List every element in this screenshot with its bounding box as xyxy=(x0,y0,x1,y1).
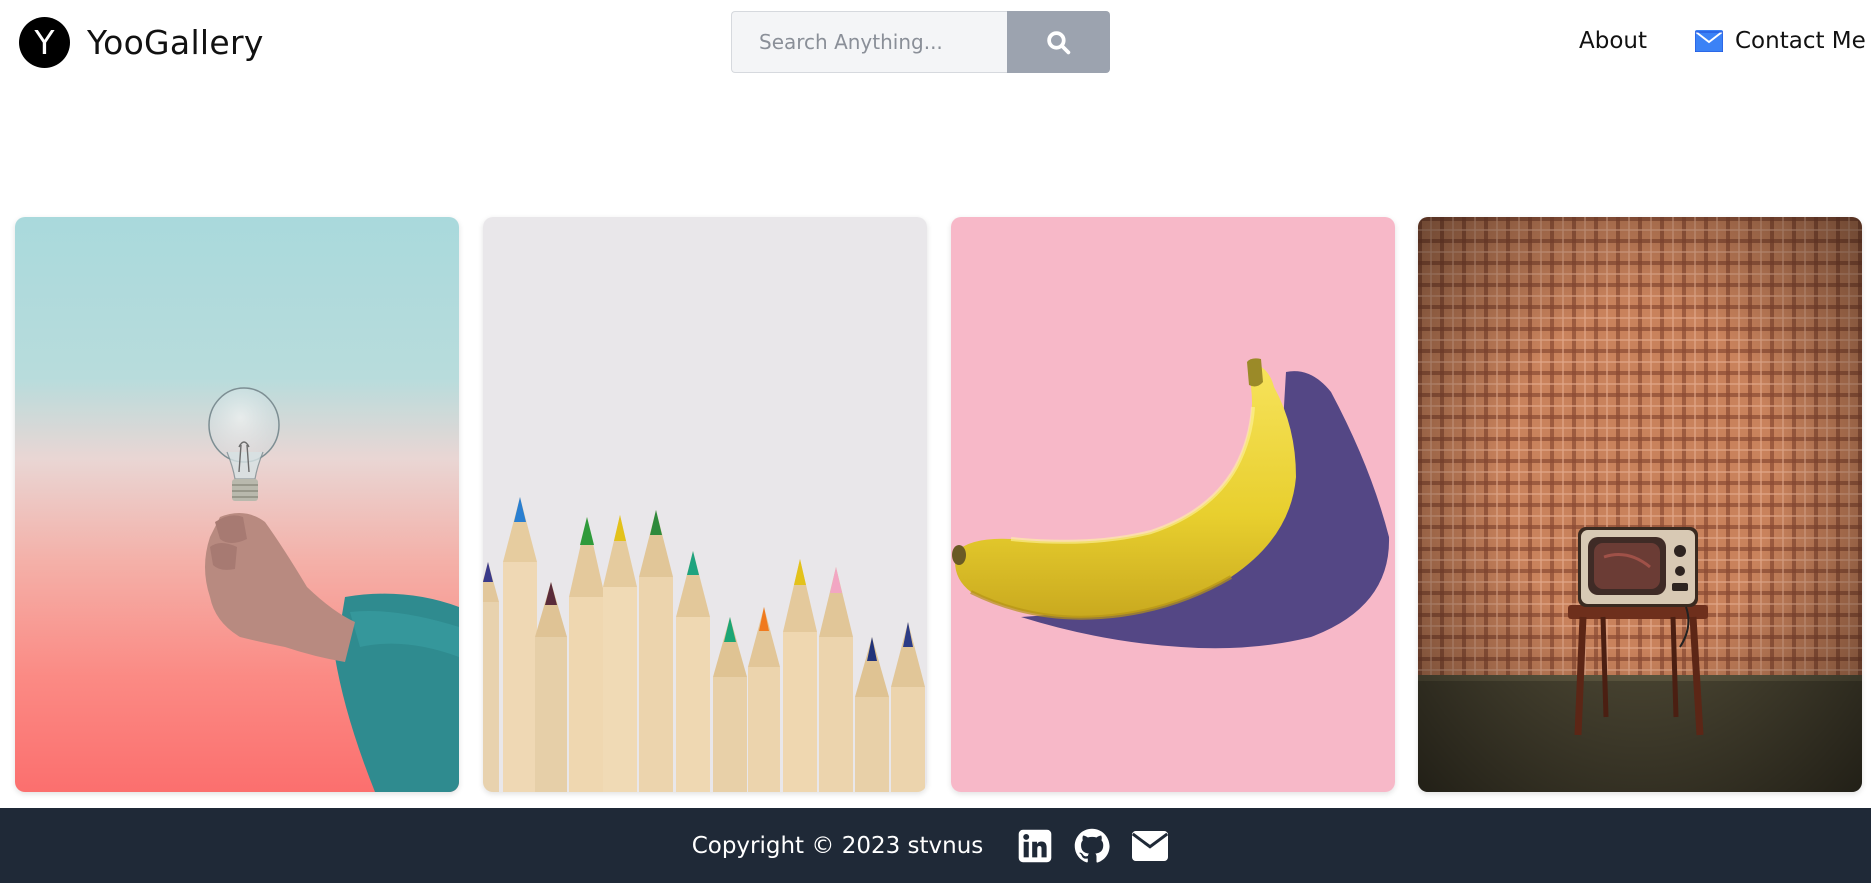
linkedin-link[interactable] xyxy=(1018,829,1052,863)
nav-about-link[interactable]: About xyxy=(1579,28,1647,54)
nav-contact-link[interactable]: Contact Me xyxy=(1695,28,1866,54)
banana-photo xyxy=(951,217,1395,792)
github-link[interactable] xyxy=(1074,828,1110,864)
search-input[interactable] xyxy=(731,11,1007,73)
copyright-text: Copyright © 2023 stvnus xyxy=(691,832,984,859)
mail-icon xyxy=(1695,30,1723,52)
email-link[interactable] xyxy=(1132,830,1169,861)
gallery-photo-banana[interactable] xyxy=(951,217,1395,792)
brand-logo-link[interactable]: Y YooGallery xyxy=(19,16,264,68)
linkedin-icon xyxy=(1019,829,1052,862)
television-photo xyxy=(1418,217,1862,792)
nav-contact-label: Contact Me xyxy=(1735,28,1866,54)
gallery-photo-pencils[interactable] xyxy=(483,217,927,792)
social-links xyxy=(1007,828,1179,864)
email-icon xyxy=(1132,830,1169,861)
pencils-photo xyxy=(483,217,927,792)
search-icon xyxy=(1047,30,1071,54)
logo-mark: Y xyxy=(19,16,70,68)
site-header: Y YooGallery About Contact Me xyxy=(0,0,1871,90)
github-icon xyxy=(1075,828,1110,863)
gallery-photo-television[interactable] xyxy=(1418,217,1862,792)
site-footer: Copyright © 2023 stvnus xyxy=(0,808,1871,883)
gallery-photo-lightbulb[interactable] xyxy=(15,217,459,792)
search-button[interactable] xyxy=(1007,11,1110,73)
brand-name: YooGallery xyxy=(87,22,264,62)
photo-gallery xyxy=(15,217,1863,792)
search-form xyxy=(731,11,1110,73)
lightbulb-photo xyxy=(15,217,459,792)
